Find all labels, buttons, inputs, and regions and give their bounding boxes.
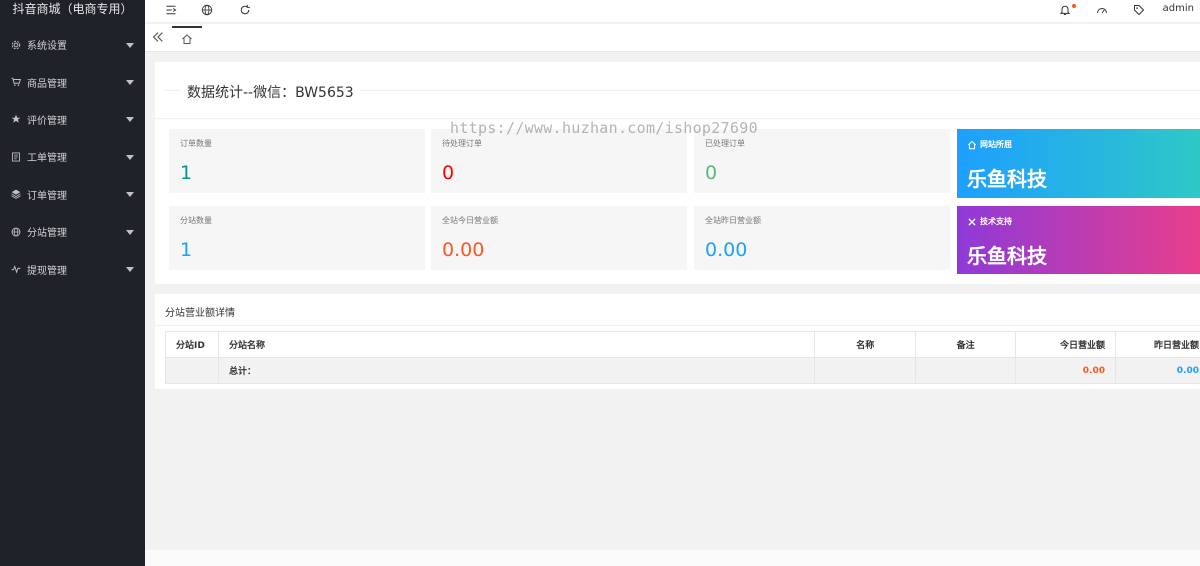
sidebar-item-label: 订单管理 [27, 190, 67, 202]
tag-icon[interactable] [1132, 3, 1146, 17]
home-icon [967, 140, 977, 149]
stat-card-today-revenue: 全站今日营业额 0.00 [431, 206, 687, 270]
stat-label: 全站今日营业额 [442, 216, 498, 225]
sidebar-item-label: 商品管理 [27, 78, 67, 90]
promo-label: 技术支持 [967, 216, 1012, 227]
sidebar-item-reviews[interactable]: 评价管理 [0, 101, 145, 138]
sidebar-item-label: 评价管理 [27, 115, 67, 127]
chevron-down-icon [126, 267, 134, 273]
stat-value: 0.00 [705, 239, 748, 261]
footer-area [145, 550, 1200, 566]
column-header: 备注 [915, 331, 1017, 358]
summary-today-revenue: 0.00 [1015, 357, 1117, 384]
stats-title-row: 数据统计--微信：BW5653 [165, 80, 1200, 102]
stat-label: 待处理订单 [442, 139, 482, 148]
document-icon [11, 152, 21, 162]
promo-text: 乐鱼科技 [967, 244, 1047, 268]
refresh-icon[interactable] [238, 3, 252, 17]
sidebar: 抖音商城（电商专用） 系统设置 商品管理 评价管理 工单管理 订单管理 分站管理… [0, 0, 145, 566]
table-cell [814, 357, 917, 384]
promo-label-text: 技术支持 [980, 217, 1012, 226]
tab-home[interactable] [172, 26, 202, 50]
stats-panel: 数据统计--微信：BW5653 订单数量 1 待处理订单 0 已处理订单 0 分… [155, 62, 1200, 284]
divider [155, 325, 1200, 326]
pulse-icon [11, 264, 21, 274]
bell-icon[interactable] [1058, 3, 1076, 17]
tools-icon [968, 217, 976, 226]
user-menu[interactable]: admin [1163, 3, 1194, 14]
watermark: https://www.huzhan.com/ishop27690 [450, 119, 758, 137]
home-icon [182, 34, 192, 44]
table-header-row: 分站ID 分站名称 名称 备注 今日营业额 昨日营业额 [165, 331, 1200, 358]
summary-yesterday-revenue: 0.00 [1115, 357, 1200, 384]
sidebar-item-label: 系统设置 [27, 41, 67, 53]
promo-card-support[interactable]: 技术支持 乐鱼科技 [957, 206, 1200, 274]
promo-card-site[interactable]: 网站所屈 乐鱼科技 [957, 129, 1200, 198]
stat-card-substations: 分站数量 1 [169, 206, 425, 270]
top-header: admin [145, 0, 1200, 22]
stat-label: 已处理订单 [705, 139, 745, 148]
section-title: 分站营业额详情 [165, 308, 235, 319]
double-chevron-left-icon[interactable] [151, 30, 165, 44]
sidebar-item-system-settings[interactable]: 系统设置 [0, 26, 145, 63]
stat-card-processed-orders: 已处理订单 0 [694, 129, 950, 193]
promo-label-text: 网站所屈 [980, 140, 1012, 149]
star-icon [11, 114, 21, 124]
globe-icon[interactable] [200, 3, 214, 17]
sidebar-menu: 系统设置 商品管理 评价管理 工单管理 订单管理 分站管理 提现管理 [0, 26, 145, 288]
menu-fold-icon[interactable] [164, 3, 178, 17]
detail-panel: 分站营业额详情 分站ID 分站名称 名称 备注 今日营业额 昨日营业额 总计： … [155, 294, 1200, 389]
stat-label: 订单数量 [180, 139, 212, 148]
dashboard-icon[interactable] [1095, 3, 1109, 17]
stat-label: 全站昨日营业额 [705, 216, 761, 225]
revenue-table: 分站ID 分站名称 名称 备注 今日营业额 昨日营业额 总计： 0.00 0.0… [165, 331, 1200, 384]
promo-text: 乐鱼科技 [967, 167, 1047, 191]
notification-dot [1072, 4, 1076, 8]
globe-icon [11, 227, 21, 237]
layers-icon [11, 189, 21, 200]
chevron-down-icon [126, 42, 134, 48]
stat-card-orders: 订单数量 1 [169, 129, 425, 193]
column-header: 分站ID [165, 331, 219, 358]
chevron-down-icon [126, 154, 134, 160]
summary-label: 总计： [217, 357, 816, 384]
column-header: 名称 [814, 331, 917, 358]
column-header: 分站名称 [217, 331, 816, 358]
stat-value: 0 [442, 162, 455, 184]
sidebar-item-substations[interactable]: 分站管理 [0, 213, 145, 250]
stat-card-pending-orders: 待处理订单 0 [431, 129, 687, 193]
sidebar-item-products[interactable]: 商品管理 [0, 63, 145, 100]
chevron-down-icon [126, 192, 134, 198]
stat-card-yesterday-revenue: 全站昨日营业额 0.00 [694, 206, 950, 270]
sidebar-item-label: 工单管理 [27, 153, 67, 165]
stat-value: 0.00 [442, 239, 485, 261]
column-header: 今日营业额 [1015, 331, 1117, 358]
table-row: 总计： 0.00 0.00 [165, 357, 1200, 384]
stat-value: 1 [180, 162, 193, 184]
sidebar-item-orders[interactable]: 订单管理 [0, 176, 145, 213]
chevron-down-icon [126, 229, 134, 235]
sidebar-item-label: 分站管理 [27, 228, 67, 240]
page-title: 数据统计--微信：BW5653 [181, 82, 360, 102]
sidebar-item-withdrawals[interactable]: 提现管理 [0, 250, 145, 287]
column-header: 昨日营业额 [1115, 331, 1200, 358]
stat-label: 分站数量 [180, 216, 212, 225]
table-cell [915, 357, 1017, 384]
app-title: 抖音商城（电商专用） [0, 0, 145, 21]
stat-value: 0 [705, 162, 718, 184]
cart-icon [11, 77, 21, 87]
promo-label: 网站所屈 [967, 139, 1012, 150]
table-cell [165, 357, 219, 384]
stat-value: 1 [180, 239, 193, 261]
chevron-down-icon [126, 80, 134, 86]
tab-bar [145, 24, 1200, 52]
chevron-down-icon [126, 117, 134, 123]
sidebar-item-label: 提现管理 [27, 265, 67, 277]
gear-icon [11, 40, 21, 50]
sidebar-item-tickets[interactable]: 工单管理 [0, 138, 145, 175]
